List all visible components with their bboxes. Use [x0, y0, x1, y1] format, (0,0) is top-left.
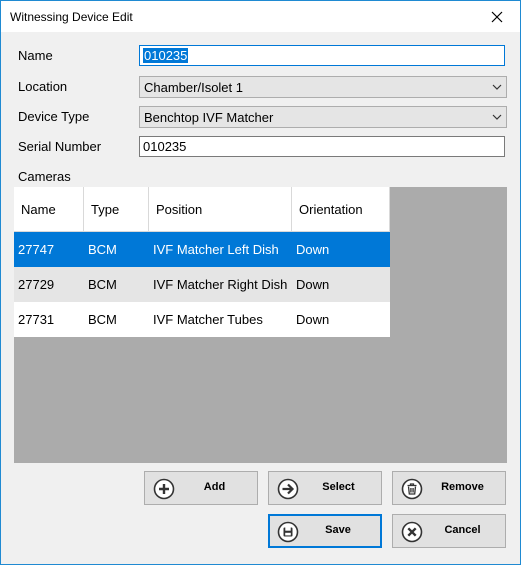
plus-circle-icon: [153, 478, 175, 500]
save-button-label: Save: [325, 524, 351, 536]
camera-type-cell: BCM: [88, 277, 117, 292]
camera-position-cell: IVF Matcher Right Dish: [153, 277, 288, 292]
window-title: Witnessing Device Edit: [10, 10, 133, 24]
name-field-value: 010235: [143, 48, 189, 63]
title-bar: Witnessing Device Edit: [1, 1, 520, 32]
camera-type-cell: BCM: [88, 242, 117, 257]
camera-orientation-cell: Down: [296, 312, 330, 327]
camera-position-cell: IVF Matcher Left Dish: [153, 242, 279, 257]
location-dropdown-value: Chamber/Isolet 1: [144, 80, 243, 95]
name-field[interactable]: 010235: [139, 45, 505, 66]
floppy-disk-icon: [277, 521, 299, 543]
location-label: Location: [18, 79, 68, 94]
column-header-position[interactable]: Position: [149, 187, 292, 232]
camera-row[interactable]: 27731 BCM IVF Matcher Tubes Down: [14, 302, 390, 337]
remove-button[interactable]: Remove: [392, 471, 506, 505]
select-button-label: Select: [322, 481, 355, 493]
serial-number-field[interactable]: [139, 136, 505, 157]
save-button[interactable]: Save: [268, 514, 382, 548]
device-edit-window: Witnessing Device Edit Name 010235 Locat…: [0, 0, 521, 565]
camera-type-cell: BCM: [88, 312, 117, 327]
trash-icon: [401, 478, 423, 500]
remove-button-label: Remove: [441, 481, 484, 493]
name-label: Name: [18, 48, 53, 63]
cameras-table: Name Type Position Orientation 27747 BCM…: [14, 187, 390, 337]
camera-row[interactable]: 27747 BCM IVF Matcher Left Dish Down: [14, 232, 390, 267]
cancel-button[interactable]: Cancel: [392, 514, 506, 548]
cameras-label: Cameras: [18, 169, 71, 184]
column-header-orientation[interactable]: Orientation: [292, 187, 390, 232]
serial-number-label: Serial Number: [18, 139, 102, 154]
camera-name-cell: 27729: [18, 277, 55, 292]
add-button-label: Add: [203, 481, 226, 493]
camera-orientation-cell: Down: [296, 242, 330, 257]
device-type-dropdown-value: Benchtop IVF Matcher: [144, 110, 274, 125]
x-circle-icon: [401, 521, 423, 543]
chevron-down-icon: [492, 84, 502, 90]
column-header-name[interactable]: Name: [14, 187, 84, 232]
camera-position-cell: IVF Matcher Tubes: [153, 312, 263, 327]
device-type-label: Device Type: [18, 109, 90, 124]
select-button[interactable]: Select: [268, 471, 382, 505]
location-dropdown[interactable]: Chamber/Isolet 1: [139, 76, 507, 98]
camera-name-cell: 27747: [18, 242, 55, 257]
cancel-button-label: Cancel: [444, 524, 481, 536]
cameras-grid[interactable]: Name Type Position Orientation 27747 BCM…: [14, 187, 507, 463]
chevron-down-icon: [492, 114, 502, 120]
close-icon: [491, 11, 503, 22]
camera-orientation-cell: Down: [296, 277, 330, 292]
cameras-header-row: Name Type Position Orientation: [14, 187, 390, 232]
arrow-right-circle-icon: [277, 478, 299, 500]
add-button[interactable]: Add: [144, 471, 258, 505]
close-button[interactable]: [474, 1, 520, 32]
device-type-dropdown[interactable]: Benchtop IVF Matcher: [139, 106, 507, 128]
camera-name-cell: 27731: [18, 312, 55, 327]
camera-row[interactable]: 27729 BCM IVF Matcher Right Dish Down: [14, 267, 390, 302]
column-header-type[interactable]: Type: [84, 187, 149, 232]
